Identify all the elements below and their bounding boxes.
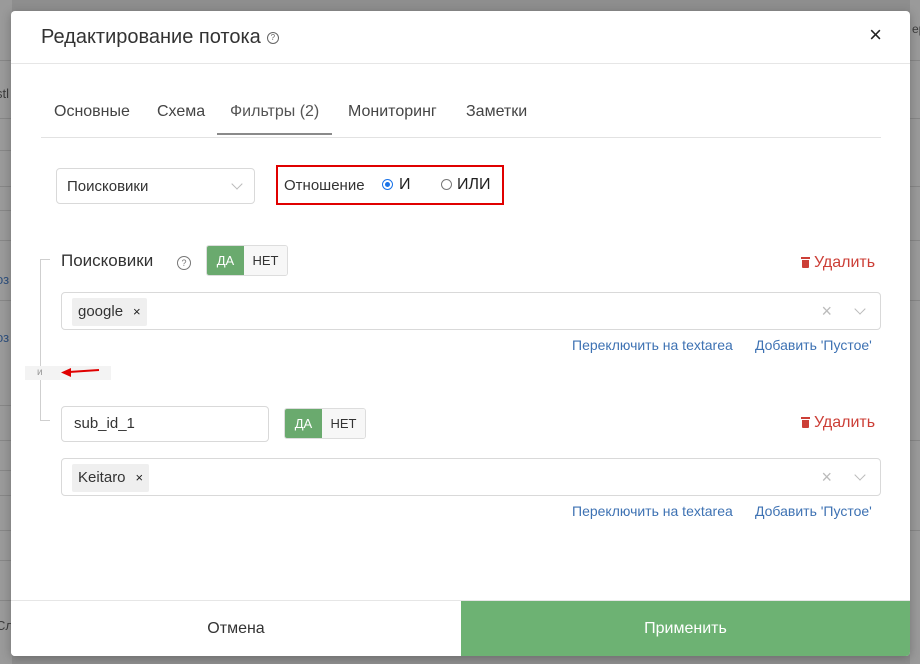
filter-1-delete-button[interactable]: Удалить — [801, 254, 875, 272]
filter-2-add-empty-link[interactable]: Добавить 'Пустое' — [755, 503, 872, 519]
cancel-button[interactable]: Отмена — [11, 601, 461, 656]
filter-1-add-empty-link[interactable]: Добавить 'Пустое' — [755, 337, 872, 353]
background-text: ерп — [912, 22, 920, 36]
filter-2-no-button[interactable]: НЕТ — [322, 409, 365, 438]
filter-2-tags-input[interactable]: Keitaro × × — [61, 458, 881, 496]
filter-type-select[interactable]: Поисковики — [56, 168, 255, 204]
filter-2-toggle: ДА НЕТ — [284, 408, 366, 439]
modal-header: Редактирование потока? × — [11, 11, 910, 64]
tree-connector-line — [40, 259, 50, 260]
question-mark-icon[interactable]: ? — [177, 256, 191, 270]
chevron-down-icon[interactable] — [854, 469, 866, 481]
clear-icon[interactable]: × — [821, 301, 832, 322]
tab-notes[interactable]: Заметки — [453, 97, 540, 135]
edit-stream-modal: Редактирование потока? × Основные Схема … — [11, 11, 910, 656]
background-link: оз — [0, 272, 10, 287]
tab-monitoring[interactable]: Мониторинг — [335, 97, 450, 135]
tag-chip-label: Keitaro — [78, 469, 126, 486]
close-button[interactable]: × — [869, 24, 882, 46]
tag-chip: google × — [72, 298, 147, 326]
relation-or-radio[interactable] — [441, 179, 452, 190]
background-right-strip: ерп — [910, 0, 920, 664]
background-text: stl — [0, 86, 9, 101]
filter-1-no-button[interactable]: НЕТ — [244, 246, 287, 275]
chevron-down-icon — [231, 178, 243, 190]
filter-2-name-input[interactable]: sub_id_1 — [61, 406, 269, 442]
filter-1-delete-label: Удалить — [814, 254, 876, 271]
relation-and-radio[interactable] — [382, 179, 393, 190]
modal-title-text: Редактирование потока — [41, 26, 261, 48]
tab-scheme[interactable]: Схема — [144, 97, 218, 135]
trash-icon — [801, 417, 810, 428]
filter-2-yes-button[interactable]: ДА — [285, 409, 322, 438]
filter-1-toggle: ДА НЕТ — [206, 245, 288, 276]
relation-or-label[interactable]: ИЛИ — [457, 176, 491, 194]
filter-2-delete-label: Удалить — [814, 414, 876, 431]
filter-1-name: Поисковики — [61, 251, 154, 270]
tab-filters[interactable]: Фильтры (2) — [217, 97, 333, 135]
relation-group: Отношение И ИЛИ — [276, 165, 504, 205]
modal-title: Редактирование потока? — [41, 26, 279, 49]
tree-connector-line — [40, 420, 50, 421]
filter-1-switch-textarea-link[interactable]: Переключить на textarea — [572, 337, 733, 353]
tag-remove-icon[interactable]: × — [136, 470, 144, 485]
filter-2-delete-button[interactable]: Удалить — [801, 414, 875, 432]
tab-basic[interactable]: Основные — [41, 97, 143, 135]
clear-icon[interactable]: × — [821, 467, 832, 488]
apply-button[interactable]: Применить — [461, 601, 910, 656]
filter-1-tags-input[interactable]: google × × — [61, 292, 881, 330]
tree-connector-line — [40, 259, 41, 421]
filter-type-value: Поисковики — [67, 178, 149, 195]
tag-chip-label: google — [78, 303, 124, 320]
chevron-down-icon[interactable] — [854, 303, 866, 315]
tag-remove-icon[interactable]: × — [133, 304, 141, 319]
filter-1-yes-button[interactable]: ДА — [207, 246, 244, 275]
filter-2-switch-textarea-link[interactable]: Переключить на textarea — [572, 503, 733, 519]
question-mark-icon[interactable]: ? — [266, 32, 279, 44]
trash-icon — [801, 257, 810, 268]
tag-chip: Keitaro × — [72, 464, 150, 492]
red-arrow-icon — [61, 368, 100, 377]
relation-and-label[interactable]: И — [399, 176, 411, 194]
background-link: оз — [0, 330, 10, 345]
modal-footer: Отмена Применить — [11, 600, 910, 656]
relation-label: Отношение — [284, 177, 365, 194]
tab-bar: Основные Схема Фильтры (2) Мониторинг За… — [41, 97, 881, 138]
